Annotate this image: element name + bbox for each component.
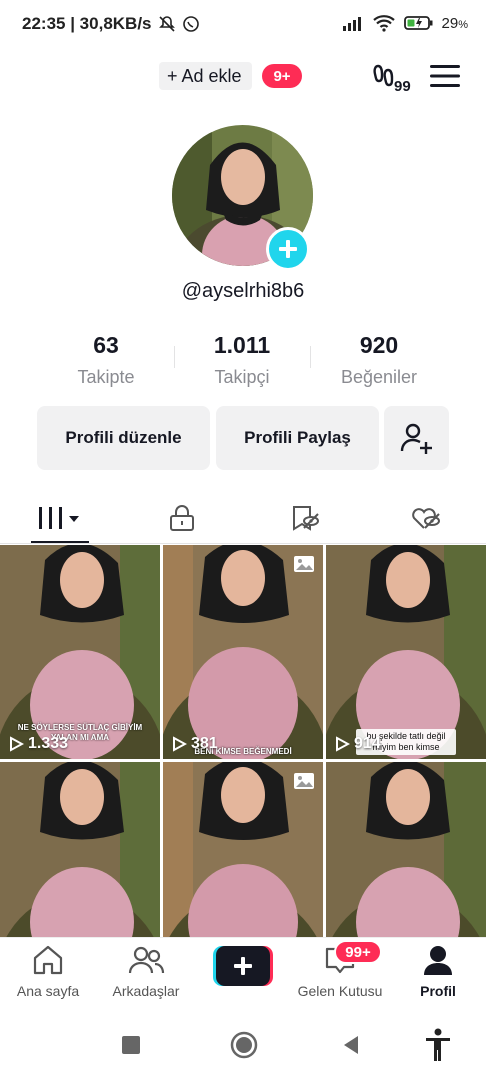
signal-icon — [342, 17, 361, 31]
footprint-count: 99 — [394, 78, 411, 94]
tab-liked[interactable] — [396, 498, 456, 538]
play-icon — [10, 736, 24, 752]
ad-notification-badge: 9+ — [262, 64, 302, 88]
likes-label: Beğeniler — [340, 367, 418, 387]
thumbnail-image — [326, 762, 486, 937]
recents-icon[interactable] — [120, 1034, 142, 1056]
view-count: 1.333 — [8, 735, 68, 753]
lock-icon — [170, 505, 194, 531]
hidden-bookmark-icon — [293, 506, 319, 531]
accessibility-icon[interactable] — [424, 1028, 452, 1062]
video-thumbnail[interactable] — [0, 762, 160, 937]
mute-icon — [158, 16, 175, 32]
back-icon[interactable] — [340, 1034, 362, 1056]
stat-following[interactable]: 63 Takipte — [36, 332, 176, 388]
home-icon — [33, 945, 63, 975]
add-ad-label: + Ad ekle — [167, 65, 242, 86]
followers-count: 1.011 — [213, 332, 271, 358]
video-thumbnail[interactable]: BENİ KİMSE BEĞENMEDİ 381 — [163, 545, 323, 759]
nav-home[interactable]: Ana sayfa — [0, 944, 96, 999]
tab-reposts[interactable] — [275, 498, 335, 538]
tab-videos[interactable] — [30, 498, 90, 538]
nav-friends[interactable]: Arkadaşlar — [98, 944, 194, 999]
video-thumbnail[interactable]: bu şekilde tatlı değil miyim ben kimse 9… — [326, 545, 486, 759]
profile-icon — [424, 946, 452, 975]
view-count-text: 914 — [354, 735, 381, 752]
add-ad-button[interactable]: + Ad ekle — [159, 62, 252, 90]
play-icon — [173, 736, 187, 752]
nav-inbox-label: Gelen Kutusu — [297, 983, 383, 999]
system-navigation — [0, 1010, 486, 1080]
edit-profile-button[interactable]: Profili düzenle — [37, 406, 210, 470]
photo-icon — [294, 556, 314, 572]
thumbnail-image — [326, 545, 486, 759]
following-count: 63 — [93, 332, 119, 358]
video-thumbnail[interactable] — [163, 762, 323, 937]
nav-friends-label: Arkadaşlar — [112, 983, 180, 999]
add-avatar-button[interactable] — [266, 227, 310, 271]
status-time: 22:35 | 30,8KB/s — [22, 14, 152, 33]
nav-profile[interactable]: Profil — [390, 944, 486, 999]
whatsapp-icon — [182, 16, 199, 32]
share-profile-button[interactable]: Profili Paylaş — [216, 406, 379, 470]
friends-icon — [128, 946, 165, 974]
photo-icon — [294, 773, 314, 789]
profile-tabs — [0, 494, 486, 544]
nav-home-label: Ana sayfa — [16, 983, 80, 999]
menu-icon[interactable] — [430, 64, 460, 88]
play-icon — [336, 736, 350, 752]
following-label: Takipte — [77, 367, 135, 387]
view-count: 381 — [171, 735, 218, 753]
add-friend-button[interactable] — [384, 406, 449, 470]
bottom-navigation: Ana sayfa Arkadaşlar Gelen Kutusu 99+ Pr… — [0, 937, 486, 1009]
inbox-badge: 99+ — [334, 940, 382, 964]
thumbnail-image — [0, 762, 160, 937]
thumbnail-image — [163, 545, 323, 759]
status-bar: 22:35 | 30,8KB/s 29% — [0, 0, 486, 48]
battery-level: 29 — [441, 14, 459, 32]
video-grid: NE SÖYLERSE SÜTLAÇ GİBİYİM YALAN MI AMA … — [0, 545, 486, 937]
wifi-icon — [372, 15, 395, 32]
tab-private[interactable] — [152, 498, 212, 538]
profile-stats: 63 Takipte 1.011 Takipçi 920 Beğeniler — [0, 332, 486, 392]
stat-likes[interactable]: 920 Beğeniler — [309, 332, 449, 388]
battery-unit: % — [458, 18, 468, 31]
video-thumbnail[interactable]: NE SÖYLERSE SÜTLAÇ GİBİYİM YALAN MI AMA … — [0, 545, 160, 759]
add-user-icon — [400, 423, 432, 454]
followers-label: Takipçi — [214, 367, 270, 387]
nav-profile-label: Profil — [420, 983, 456, 999]
hidden-heart-icon — [412, 508, 440, 529]
profile-topbar: + Ad ekle 9+ 99 — [0, 56, 486, 96]
view-count: 914 — [334, 735, 381, 753]
active-tab-indicator — [31, 541, 89, 543]
grid-videos-icon — [39, 507, 79, 529]
username: @ayselrhi8b6 — [181, 280, 305, 302]
plus-icon — [279, 240, 297, 258]
battery-icon — [403, 16, 433, 30]
create-button[interactable] — [213, 946, 273, 986]
view-count-text: 1.333 — [28, 735, 69, 752]
footprint-icon[interactable]: 99 — [372, 60, 416, 94]
stat-followers[interactable]: 1.011 Takipçi — [172, 332, 312, 388]
likes-count: 920 — [359, 332, 399, 358]
view-count-text: 381 — [191, 735, 218, 752]
home-circle-icon[interactable] — [229, 1030, 259, 1060]
video-thumbnail[interactable] — [326, 762, 486, 937]
